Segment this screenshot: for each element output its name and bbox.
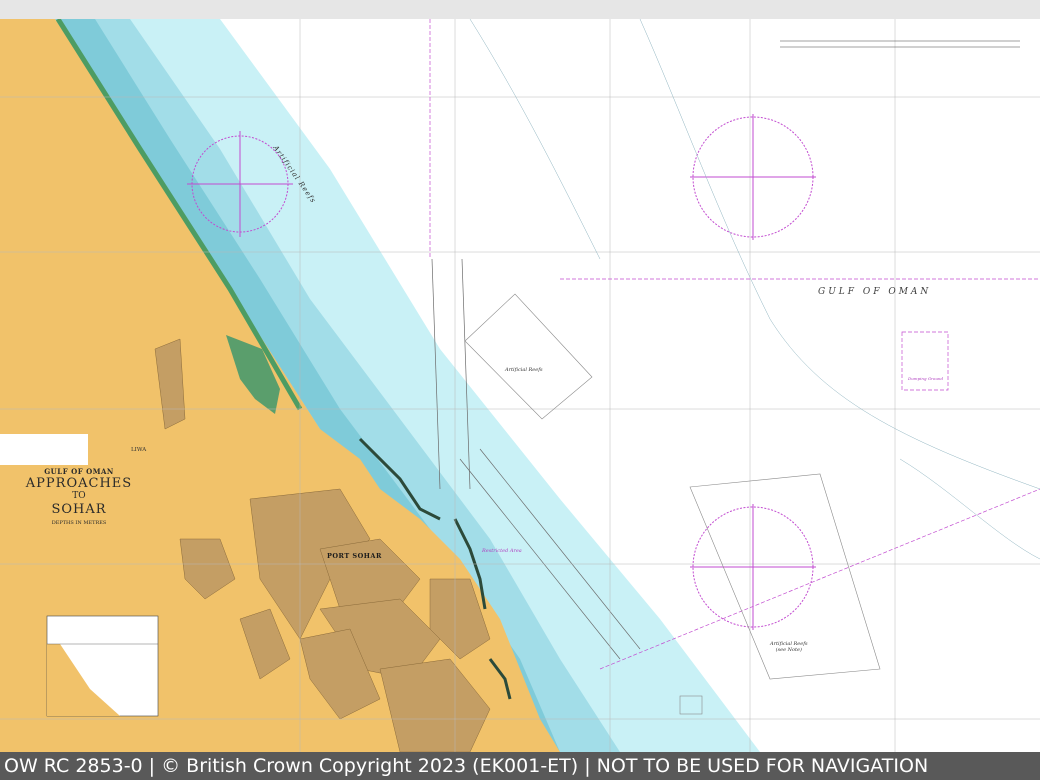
- port-label: PORT SOHAR: [327, 552, 382, 560]
- nautical-chart[interactable]: GULF OF OMAN APPROACHES TO SOHAR DEPTHS …: [0, 19, 1040, 752]
- title-line-2: TO: [72, 491, 86, 501]
- restricted-area-label: Restricted Area: [482, 548, 522, 554]
- dumping-ground-label: Dumping Ground: [908, 376, 944, 381]
- title-subtitle: DEPTHS IN METRES: [51, 520, 107, 526]
- chart-number-box: [0, 434, 88, 465]
- chart-canvas: [0, 19, 1040, 752]
- gulf-label: GULF OF OMAN: [818, 287, 932, 297]
- town-label: LIWA: [131, 447, 147, 453]
- chart-title-block: GULF OF OMAN APPROACHES TO SOHAR DEPTHS …: [10, 467, 148, 526]
- reef-label-south: Artificial Reefs (see Note): [770, 641, 808, 653]
- reef-label-note: (see Note): [775, 647, 802, 653]
- title-region: GULF OF OMAN: [44, 467, 114, 476]
- reef-label-north: Artificial Reefs: [505, 367, 543, 373]
- sources-inset: [46, 615, 159, 717]
- top-strip: [0, 0, 1040, 19]
- title-line-1: APPROACHES: [25, 476, 133, 491]
- title-line-3: SOHAR: [51, 502, 107, 517]
- reef-label-north-text: Artificial Reefs: [505, 367, 543, 373]
- copyright-footer: OW RC 2853-0 | © British Crown Copyright…: [0, 752, 1040, 780]
